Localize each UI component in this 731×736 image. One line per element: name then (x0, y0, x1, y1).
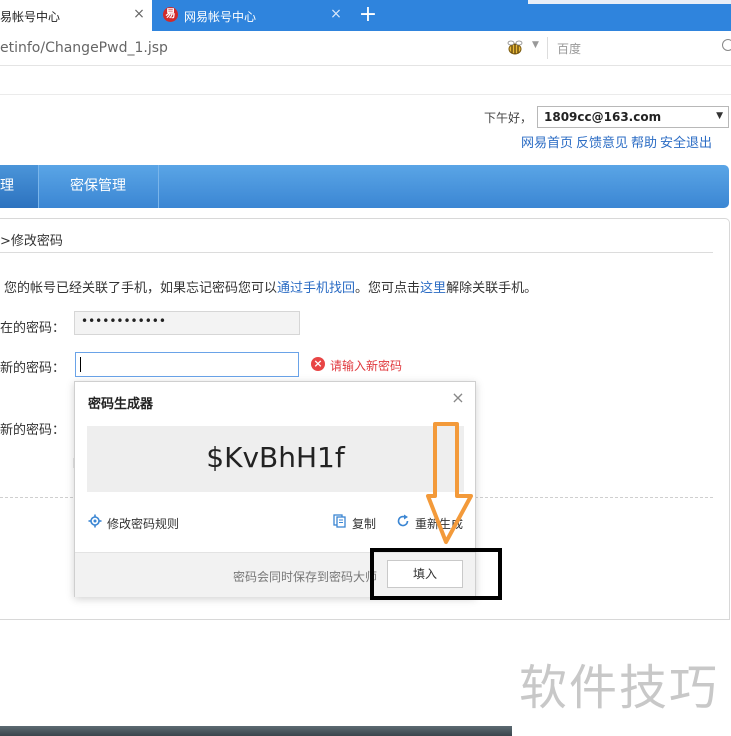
tab-title: 网易帐号中心 (184, 10, 257, 24)
search-icon[interactable] (722, 39, 731, 51)
phone-notice: 您的帐号已经关联了手机，如果忘记密码您可以通过手机找回。您可点击这里解除关联手机… (4, 277, 537, 296)
taskbar (0, 726, 512, 736)
copy-icon[interactable] (333, 514, 347, 528)
password-mask: •••••••••••• (81, 314, 166, 328)
breadcrumb-divider (0, 252, 713, 253)
popup-title: 密码生成器 (88, 397, 154, 412)
chevron-down-icon[interactable]: ▼ (532, 40, 539, 50)
nav-item-security[interactable]: 密保管理 (38, 165, 159, 208)
copy-button[interactable]: 复制 (352, 515, 376, 532)
current-password-input[interactable]: •••••••••••• (74, 311, 300, 335)
breadcrumb: >修改密码 (0, 234, 63, 249)
recover-by-phone-link[interactable]: 通过手机找回 (277, 281, 355, 296)
highlight-frame (370, 548, 502, 600)
tab-active[interactable]: 易帐号中心 × (0, 0, 152, 31)
modify-rules-link[interactable]: 修改密码规则 (107, 515, 179, 532)
link-feedback[interactable]: 反馈意见 (576, 136, 628, 151)
main-nav: 理 密保管理 (0, 165, 729, 208)
current-password-label: 在的密码： (0, 321, 66, 336)
down-arrow-icon (426, 422, 473, 544)
nav-label: 理 (0, 178, 14, 194)
tab-close-icon[interactable]: × (131, 6, 147, 22)
greeting-text: 下午好， (484, 111, 533, 125)
confirm-password-label: 新的密码： (0, 423, 66, 438)
tab-title: 易帐号中心 (0, 10, 61, 24)
notice-text: 。您可点击 (355, 281, 421, 296)
url-input[interactable]: etinfo/ChangePwd_1.jsp (0, 40, 168, 56)
top-links: 网易首页 反馈意见 帮助 安全退出 (521, 132, 715, 151)
save-note: 密码会同时保存到密码大师 (233, 570, 378, 584)
netease-logo-icon: 易 (163, 7, 178, 22)
tab-strip-edge (528, 0, 731, 4)
new-password-input[interactable] (75, 352, 299, 377)
divider (547, 37, 548, 59)
chevron-down-icon: ▼ (716, 111, 723, 121)
header-divider (0, 94, 731, 95)
text-caret (80, 357, 81, 372)
close-icon[interactable]: × (450, 390, 466, 406)
search-input[interactable]: 百度 (557, 40, 581, 57)
nav-item-account[interactable]: 理 (0, 165, 39, 208)
new-password-error: 请输入新密码 (330, 359, 403, 373)
address-bar: etinfo/ChangePwd_1.jsp ▼ 百度 (0, 31, 731, 66)
refresh-icon[interactable] (396, 514, 410, 528)
link-help[interactable]: 帮助 (631, 136, 657, 151)
gear-icon[interactable] (88, 514, 102, 528)
new-password-label: 新的密码： (0, 361, 66, 376)
bee-icon[interactable] (505, 38, 525, 58)
watermark-text: 软件技巧 (519, 660, 720, 716)
account-value: 1809cc@163.com (544, 110, 662, 124)
link-netease-home[interactable]: 网易首页 (521, 136, 573, 151)
tab-close-icon[interactable]: × (328, 6, 344, 22)
notice-text: 您的帐号已经关联了手机，如果忘记密码您可以 (4, 281, 278, 296)
error-icon: × (311, 357, 325, 371)
notice-text: 解除关联手机。 (446, 281, 538, 296)
nav-label: 密保管理 (70, 178, 126, 194)
account-select[interactable]: 1809cc@163.com ▼ (537, 106, 729, 128)
generated-password: $KvBhH1f (206, 441, 345, 474)
generated-password-box: $KvBhH1f (87, 426, 464, 492)
link-logout[interactable]: 安全退出 (660, 136, 712, 151)
unlink-phone-link[interactable]: 这里 (420, 281, 446, 296)
new-tab-button[interactable]: + (356, 3, 380, 27)
tab-netease-account[interactable]: 易 网易帐号中心 × (152, 0, 352, 31)
